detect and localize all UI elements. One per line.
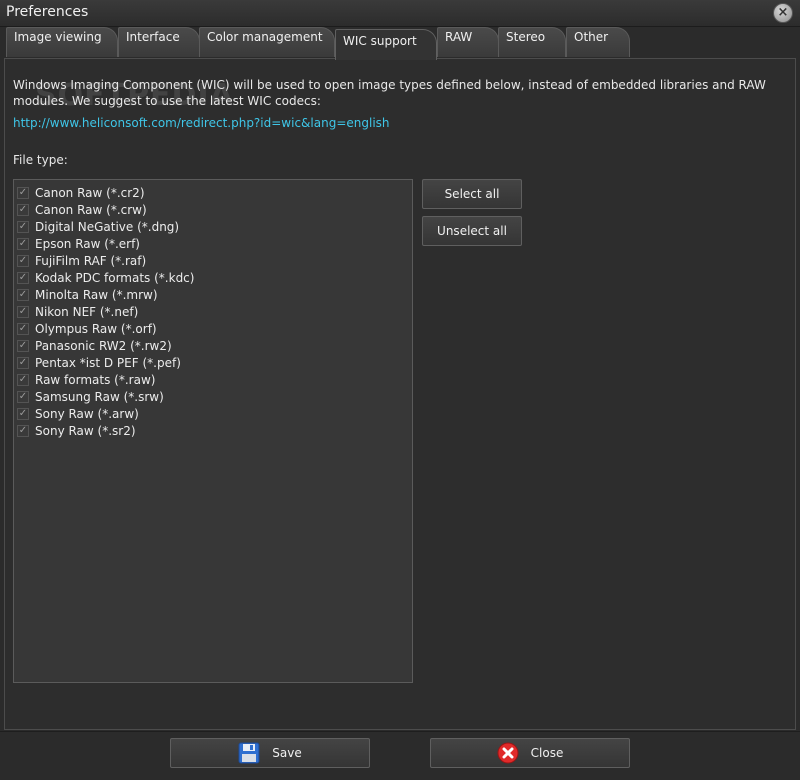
file-type-label: Nikon NEF (*.nef) — [35, 304, 139, 319]
checkbox-checked-icon[interactable]: ✓ — [17, 254, 29, 267]
red-x-circle-icon — [497, 742, 519, 764]
list-item[interactable]: ✓ Samsung Raw (*.srw) — [17, 388, 164, 405]
checkbox-checked-icon[interactable]: ✓ — [17, 271, 29, 284]
file-type-label: Minolta Raw (*.mrw) — [35, 287, 158, 302]
save-label: Save — [272, 746, 302, 760]
file-type-label: Samsung Raw (*.srw) — [35, 389, 164, 404]
list-item[interactable]: ✓ Kodak PDC formats (*.kdc) — [17, 269, 194, 286]
checkbox-checked-icon[interactable]: ✓ — [17, 203, 29, 216]
file-type-label: Digital NeGative (*.dng) — [35, 219, 180, 234]
tab-label: Image viewing — [14, 30, 102, 44]
file-type-label: Kodak PDC formats (*.kdc) — [35, 270, 195, 285]
list-item[interactable]: ✓ Pentax *ist D PEF (*.pef) — [17, 354, 181, 371]
file-type-label: Canon Raw (*.cr2) — [35, 185, 145, 200]
list-item[interactable]: ✓ Minolta Raw (*.mrw) — [17, 286, 158, 303]
list-item[interactable]: ✓ FujiFilm RAF (*.raf) — [17, 252, 146, 269]
tab-raw[interactable]: RAW — [437, 27, 499, 57]
file-type-label: Canon Raw (*.crw) — [35, 202, 147, 217]
checkbox-checked-icon[interactable]: ✓ — [17, 220, 29, 233]
tab-label: Stereo — [506, 30, 546, 44]
wic-codecs-link[interactable]: http://www.heliconsoft.com/redirect.php?… — [13, 116, 390, 130]
footer-divider — [0, 731, 800, 732]
close-label: Close — [530, 746, 564, 760]
checkbox-checked-icon[interactable]: ✓ — [17, 305, 29, 318]
file-type-label: File type: — [13, 153, 68, 167]
checkbox-checked-icon[interactable]: ✓ — [17, 288, 29, 301]
file-type-label: Pentax *ist D PEF (*.pef) — [35, 355, 181, 370]
tab-label: WIC support — [343, 34, 417, 48]
list-item[interactable]: ✓ Canon Raw (*.crw) — [17, 201, 147, 218]
tab-image-viewing[interactable]: Image viewing — [6, 27, 118, 57]
description-text: Windows Imaging Component (WIC) will be … — [13, 78, 766, 108]
checkbox-checked-icon[interactable]: ✓ — [17, 356, 29, 369]
file-type-label: FujiFilm RAF (*.raf) — [35, 253, 147, 268]
list-item[interactable]: ✓ Sony Raw (*.sr2) — [17, 422, 136, 439]
checkbox-checked-icon[interactable]: ✓ — [17, 407, 29, 420]
list-item[interactable]: ✓ Epson Raw (*.erf) — [17, 235, 140, 252]
checkbox-checked-icon[interactable]: ✓ — [17, 390, 29, 403]
file-type-label: Epson Raw (*.erf) — [35, 236, 140, 251]
list-item[interactable]: ✓ Sony Raw (*.arw) — [17, 405, 139, 422]
file-type-label: Sony Raw (*.sr2) — [35, 423, 136, 438]
tab-interface[interactable]: Interface — [118, 27, 200, 57]
checkbox-checked-icon[interactable]: ✓ — [17, 339, 29, 352]
tab-color-management[interactable]: Color management — [199, 27, 335, 57]
checkbox-checked-icon[interactable]: ✓ — [17, 373, 29, 386]
checkbox-checked-icon[interactable]: ✓ — [17, 424, 29, 437]
tab-label: Other — [574, 30, 609, 44]
file-type-label: Panasonic RW2 (*.rw2) — [35, 338, 172, 353]
window-title: Preferences — [6, 4, 89, 20]
tab-wic-support[interactable]: WIC support — [335, 29, 437, 60]
tab-bar: Image viewing Interface Color management… — [0, 27, 800, 60]
unselect-all-label: Unselect all — [437, 224, 507, 238]
floppy-disk-icon — [238, 742, 260, 764]
tab-label: Interface — [126, 30, 180, 44]
tab-stereo[interactable]: Stereo — [498, 27, 566, 57]
list-item[interactable]: ✓ Olympus Raw (*.orf) — [17, 320, 157, 337]
checkbox-checked-icon[interactable]: ✓ — [17, 186, 29, 199]
save-button[interactable]: Save — [170, 738, 370, 768]
file-type-label: Raw formats (*.raw) — [35, 372, 156, 387]
unselect-all-button[interactable]: Unselect all — [422, 216, 522, 246]
checkbox-checked-icon[interactable]: ✓ — [17, 237, 29, 250]
list-item[interactable]: ✓ Canon Raw (*.cr2) — [17, 184, 145, 201]
title-bar: Preferences × — [0, 0, 800, 27]
checkbox-checked-icon[interactable]: ✓ — [17, 322, 29, 335]
tab-other[interactable]: Other — [566, 27, 630, 57]
tab-label: RAW — [445, 30, 473, 44]
select-all-label: Select all — [444, 187, 500, 201]
list-item[interactable]: ✓ Raw formats (*.raw) — [17, 371, 155, 388]
list-item[interactable]: ✓ Digital NeGative (*.dng) — [17, 218, 179, 235]
tab-label: Color management — [207, 30, 323, 44]
list-item[interactable]: ✓ Nikon NEF (*.nef) — [17, 303, 138, 320]
file-type-label: Sony Raw (*.arw) — [35, 406, 139, 421]
file-type-list[interactable]: ✓ Canon Raw (*.cr2) ✓ Canon Raw (*.crw) ✓ D… — [13, 179, 413, 683]
close-button[interactable]: Close — [430, 738, 630, 768]
close-icon[interactable]: × — [773, 3, 793, 23]
select-all-button[interactable]: Select all — [422, 179, 522, 209]
list-item[interactable]: ✓ Panasonic RW2 (*.rw2) — [17, 337, 172, 354]
file-type-label: Olympus Raw (*.orf) — [35, 321, 157, 336]
